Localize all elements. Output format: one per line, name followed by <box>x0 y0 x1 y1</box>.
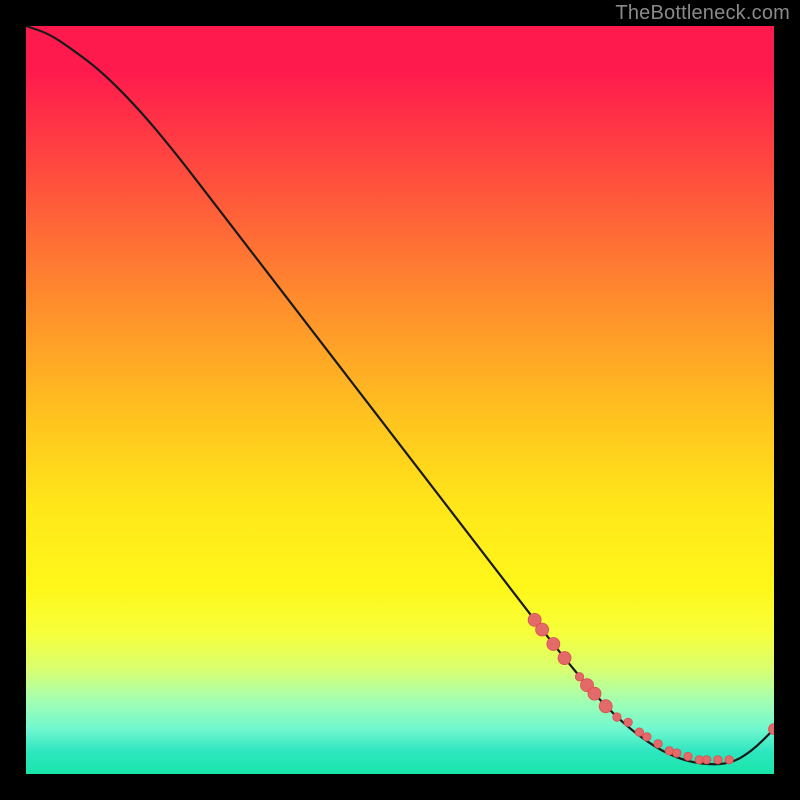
chart-marker <box>536 623 549 636</box>
chart-marker <box>635 728 643 736</box>
chart-stage: TheBottleneck.com <box>0 0 800 800</box>
chart-marker <box>588 687 601 700</box>
chart-marker <box>613 713 621 721</box>
watermark-label: TheBottleneck.com <box>615 2 790 25</box>
chart-plot-area <box>26 26 774 774</box>
chart-markers <box>528 613 774 764</box>
chart-marker <box>643 733 651 741</box>
chart-marker <box>725 756 733 764</box>
chart-marker <box>575 673 583 681</box>
chart-marker <box>684 752 692 760</box>
chart-curve <box>26 26 774 764</box>
chart-marker <box>547 638 560 651</box>
chart-marker <box>702 756 710 764</box>
chart-marker <box>558 652 571 665</box>
chart-marker <box>624 718 632 726</box>
chart-svg <box>26 26 774 774</box>
chart-marker <box>673 749 681 757</box>
chart-marker <box>599 700 612 713</box>
chart-marker <box>654 740 662 748</box>
chart-marker <box>714 756 722 764</box>
